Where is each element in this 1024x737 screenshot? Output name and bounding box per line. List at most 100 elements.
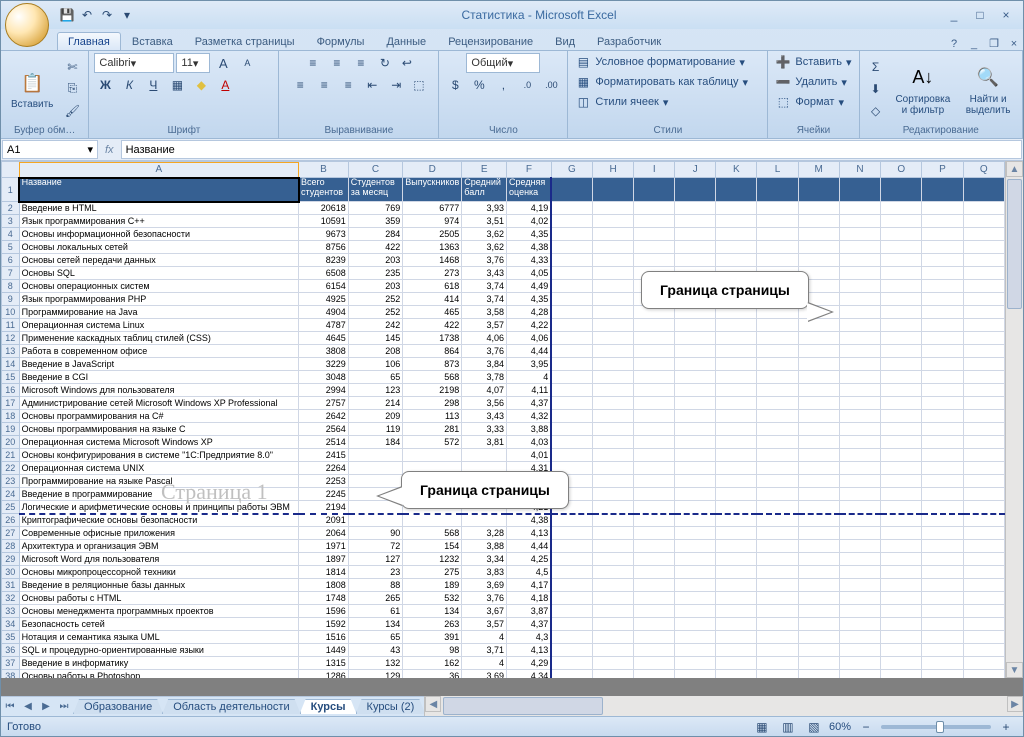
cell[interactable]	[963, 475, 1004, 488]
cell[interactable]	[593, 540, 634, 553]
cell[interactable]	[551, 566, 592, 579]
indent-dec-icon[interactable]: ⇤	[361, 75, 383, 95]
cell[interactable]: 3,43	[462, 410, 507, 423]
cell[interactable]: 3,95	[507, 358, 552, 371]
cell[interactable]	[798, 488, 839, 501]
italic-button[interactable]: К	[118, 75, 140, 95]
cell[interactable]	[839, 501, 880, 514]
cell[interactable]: 3,58	[462, 306, 507, 319]
cell[interactable]: 618	[403, 280, 462, 293]
cell[interactable]	[922, 462, 963, 475]
cell[interactable]	[593, 202, 634, 215]
align-right-icon[interactable]: ≡	[337, 75, 359, 95]
cell[interactable]	[593, 657, 634, 670]
cell[interactable]	[593, 319, 634, 332]
sheet-tab[interactable]: Курсы	[300, 699, 357, 714]
cell[interactable]: Программирование на Java	[19, 306, 298, 319]
cell[interactable]: Применение каскадных таблиц стилей (CSS)	[19, 332, 298, 345]
cell[interactable]: Основы конфигурирования в системе "1С:Пр…	[19, 449, 298, 462]
column-header[interactable]: J	[675, 162, 716, 178]
cell[interactable]: 4,13	[507, 527, 552, 540]
row-header[interactable]: 34	[2, 618, 20, 631]
cell[interactable]: 4,06	[507, 332, 552, 345]
row-header[interactable]: 17	[2, 397, 20, 410]
cell[interactable]: 4787	[299, 319, 349, 332]
cell[interactable]	[963, 293, 1004, 306]
cell[interactable]: 208	[348, 345, 403, 358]
cell[interactable]	[757, 358, 798, 371]
column-header[interactable]: N	[839, 162, 880, 178]
cell[interactable]	[963, 202, 1004, 215]
name-box[interactable]: A1▾	[2, 140, 98, 159]
doc_restore-button[interactable]: ❐	[985, 37, 1003, 50]
cell[interactable]: 265	[348, 592, 403, 605]
cell[interactable]	[634, 592, 675, 605]
column-header[interactable]: L	[757, 162, 798, 178]
cell[interactable]: 4904	[299, 306, 349, 319]
cell[interactable]	[881, 280, 922, 293]
clear-icon[interactable]: ◇	[865, 101, 887, 121]
cell[interactable]	[963, 462, 1004, 475]
cell[interactable]: 127	[348, 553, 403, 566]
cell[interactable]	[716, 319, 757, 332]
cell[interactable]	[757, 501, 798, 514]
cell[interactable]: 20618	[299, 202, 349, 215]
cell[interactable]	[675, 397, 716, 410]
cell[interactable]: 90	[348, 527, 403, 540]
row-header[interactable]: 22	[2, 462, 20, 475]
cell[interactable]	[839, 527, 880, 540]
cell[interactable]	[757, 332, 798, 345]
cell[interactable]	[881, 527, 922, 540]
cell[interactable]	[675, 644, 716, 657]
cell[interactable]: 1363	[403, 241, 462, 254]
cell[interactable]: Операционная система Linux	[19, 319, 298, 332]
format-as-table-button[interactable]: ▦Форматировать как таблицу▾	[573, 73, 750, 91]
cell[interactable]	[593, 215, 634, 228]
ribbon-tab-7[interactable]: Разработчик	[586, 32, 672, 50]
cell[interactable]	[839, 566, 880, 579]
row-header[interactable]: 36	[2, 644, 20, 657]
cell[interactable]	[881, 410, 922, 423]
cell[interactable]: 1468	[403, 254, 462, 267]
cell[interactable]	[798, 644, 839, 657]
cell[interactable]	[963, 332, 1004, 345]
underline-button[interactable]: Ч	[142, 75, 164, 95]
cell[interactable]: Основы локальных сетей	[19, 241, 298, 254]
cell[interactable]	[675, 488, 716, 501]
cell[interactable]: Программирование на языке Pascal	[19, 475, 298, 488]
cell[interactable]	[757, 579, 798, 592]
delete-cells-button[interactable]: ➖Удалить▾	[773, 73, 849, 91]
cell[interactable]: 235	[348, 267, 403, 280]
cell[interactable]	[634, 618, 675, 631]
cell[interactable]: 3,76	[462, 592, 507, 605]
cell[interactable]	[675, 358, 716, 371]
cell[interactable]: 2564	[299, 423, 349, 436]
cell[interactable]	[798, 254, 839, 267]
cell[interactable]	[593, 436, 634, 449]
cell[interactable]	[675, 228, 716, 241]
cell[interactable]	[675, 215, 716, 228]
cell[interactable]	[716, 423, 757, 436]
horizontal-scrollbar[interactable]: ◀ ▶	[424, 696, 1023, 716]
cell[interactable]	[593, 423, 634, 436]
cell[interactable]	[593, 475, 634, 488]
cell[interactable]: 242	[348, 319, 403, 332]
cell[interactable]: 134	[348, 618, 403, 631]
cell[interactable]: 134	[403, 605, 462, 618]
cell[interactable]: 1814	[299, 566, 349, 579]
cell[interactable]: 263	[403, 618, 462, 631]
cell[interactable]	[634, 644, 675, 657]
ribbon-tab-2[interactable]: Разметка страницы	[184, 32, 306, 50]
cell[interactable]	[798, 514, 839, 527]
cell[interactable]	[593, 631, 634, 644]
cell[interactable]: 1315	[299, 657, 349, 670]
cell[interactable]: 43	[348, 644, 403, 657]
row-header[interactable]: 16	[2, 384, 20, 397]
cell[interactable]	[798, 215, 839, 228]
percent-icon[interactable]: %	[468, 75, 490, 95]
cell[interactable]	[881, 228, 922, 241]
cell[interactable]	[798, 566, 839, 579]
cell[interactable]: Введение в HTML	[19, 202, 298, 215]
cell[interactable]	[839, 358, 880, 371]
cell[interactable]: 88	[348, 579, 403, 592]
